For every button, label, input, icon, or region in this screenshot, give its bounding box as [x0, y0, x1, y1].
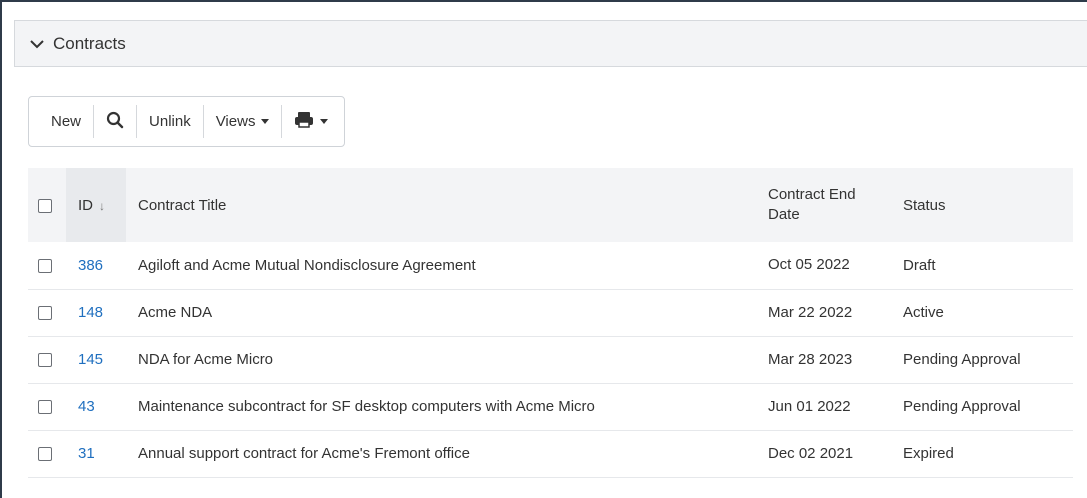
row-title: NDA for Acme Micro: [126, 336, 756, 384]
row-checkbox-cell: [28, 383, 66, 431]
row-checkbox-cell: [28, 430, 66, 478]
column-header-end-date-line2: Date: [768, 206, 800, 223]
column-header-id[interactable]: ID ↓: [66, 168, 126, 242]
row-end-date: Jun 01 2022: [756, 383, 891, 431]
row-end-date: Oct 05 2022: [756, 242, 891, 290]
column-header-end-date-line1: Contract End: [768, 186, 856, 203]
row-checkbox-cell: [28, 336, 66, 384]
printer-icon: [294, 111, 314, 133]
print-dropdown[interactable]: [281, 105, 344, 138]
search-button[interactable]: [93, 105, 136, 138]
row-title: Acme NDA: [126, 289, 756, 337]
column-header-end-date[interactable]: Contract End Date: [756, 168, 891, 242]
table-row[interactable]: 43 Maintenance subcontract for SF deskto…: [28, 383, 1073, 431]
row-checkbox[interactable]: [38, 400, 52, 415]
row-id-link[interactable]: 386: [66, 242, 126, 290]
new-button[interactable]: New: [29, 105, 93, 138]
row-end-date: Mar 28 2023: [756, 336, 891, 384]
row-id-link[interactable]: 148: [66, 289, 126, 337]
column-header-id-label: ID: [78, 196, 93, 214]
toolbar: New Unlink Views: [28, 96, 346, 147]
caret-down-icon: [261, 119, 270, 124]
row-title: Agiloft and Acme Mutual Nondisclosure Ag…: [126, 242, 756, 290]
views-dropdown[interactable]: Views: [202, 105, 282, 138]
unlink-button[interactable]: Unlink: [136, 105, 203, 138]
column-header-title-label: Contract Title: [138, 196, 227, 214]
row-checkbox[interactable]: [38, 353, 52, 368]
row-checkbox[interactable]: [38, 258, 52, 273]
row-status: Draft: [891, 242, 1073, 290]
chevron-down-icon[interactable]: [29, 36, 45, 52]
row-title: Maintenance subcontract for SF desktop c…: [126, 383, 756, 431]
table-header-row: ID ↓ Contract Title Contract End Date Sta…: [28, 168, 1073, 242]
row-status: Pending Approval: [891, 336, 1073, 384]
table-row[interactable]: 148 Acme NDA Mar 22 2022 Active: [28, 289, 1073, 337]
row-checkbox[interactable]: [38, 306, 52, 321]
row-checkbox[interactable]: [38, 447, 52, 462]
select-all-cell: [28, 168, 66, 242]
contracts-panel-header[interactable]: Contracts: [14, 20, 1087, 67]
row-checkbox-cell: [28, 289, 66, 337]
row-id-link[interactable]: 145: [66, 336, 126, 384]
row-checkbox-cell: [28, 242, 66, 290]
contracts-table: ID ↓ Contract Title Contract End Date Sta…: [28, 168, 1073, 478]
row-id-link[interactable]: 43: [66, 383, 126, 431]
panel-title: Contracts: [53, 33, 126, 53]
row-end-date: Mar 22 2022: [756, 289, 891, 337]
row-id-link[interactable]: 31: [66, 430, 126, 478]
table-row[interactable]: 31 Annual support contract for Acme's Fr…: [28, 430, 1073, 478]
table-row[interactable]: 386 Agiloft and Acme Mutual Nondisclosur…: [28, 242, 1073, 290]
sort-descending-icon: ↓: [99, 198, 105, 213]
row-end-date: Dec 02 2021: [756, 430, 891, 478]
views-label: Views: [215, 113, 256, 130]
row-status: Pending Approval: [891, 383, 1073, 431]
table-row[interactable]: 145 NDA for Acme Micro Mar 28 2023 Pendi…: [28, 336, 1073, 384]
column-header-title[interactable]: Contract Title: [126, 168, 756, 242]
column-header-status[interactable]: Status: [891, 168, 1073, 242]
select-all-checkbox[interactable]: [38, 198, 52, 213]
row-status: Expired: [891, 430, 1073, 478]
column-header-status-label: Status: [903, 196, 946, 214]
row-title: Annual support contract for Acme's Fremo…: [126, 430, 756, 478]
caret-down-icon: [320, 119, 329, 124]
row-status: Active: [891, 289, 1073, 337]
search-icon: [106, 111, 124, 133]
